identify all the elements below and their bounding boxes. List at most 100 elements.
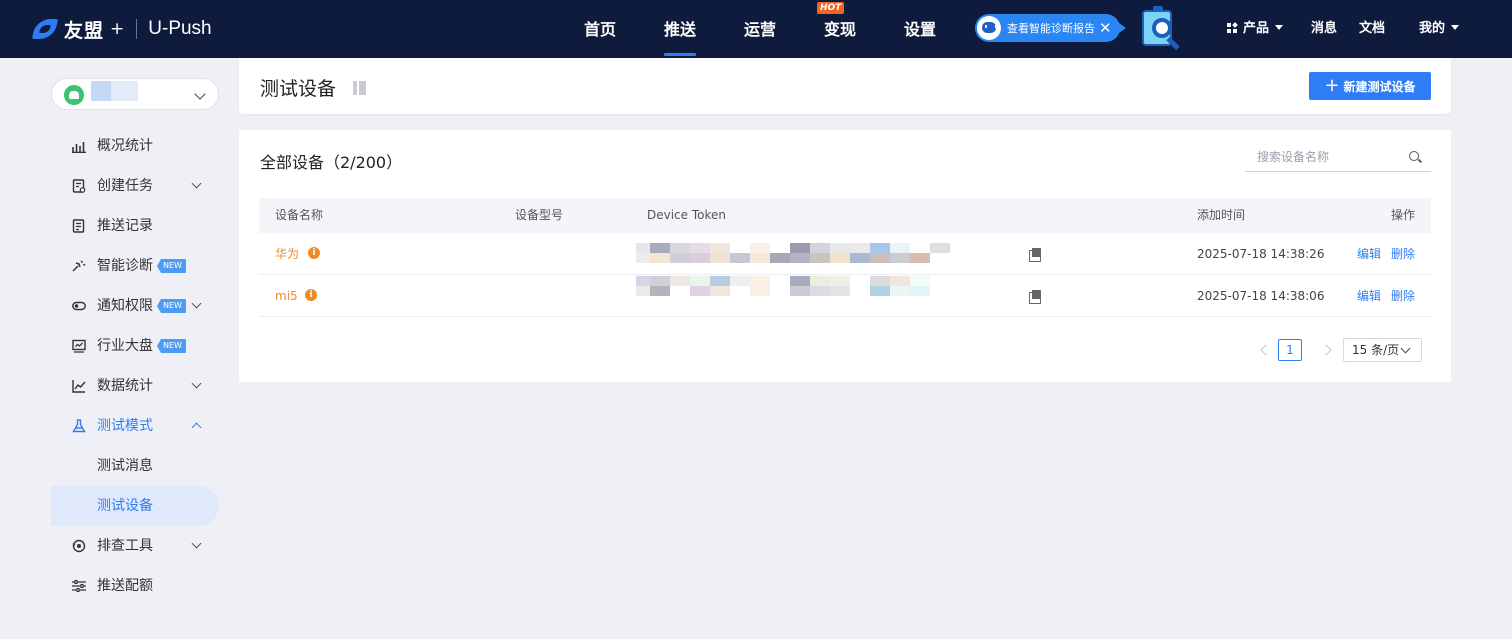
- chevron-down-icon: [1275, 25, 1284, 30]
- record-icon: [72, 219, 85, 233]
- sidebar-item-test-device[interactable]: 测试设备: [51, 486, 219, 526]
- diagnosis-report-banner[interactable]: 查看智能诊断报告 ✕: [975, 14, 1126, 42]
- umeng-logo-icon: [32, 15, 58, 43]
- sidebar-item-label: 测试消息: [97, 458, 153, 474]
- sidebar-item-test-message[interactable]: 测试消息: [51, 446, 219, 486]
- sidebar-item-label: 行业大盘: [97, 338, 153, 354]
- monitor-icon: [72, 339, 86, 353]
- hot-badge: HOT: [817, 2, 845, 14]
- brand-logo[interactable]: 友盟 + U-Push: [32, 14, 212, 44]
- device-list-title: 全部设备（2/200）: [260, 153, 403, 172]
- my-account-menu[interactable]: 我的: [1419, 0, 1460, 58]
- sidebar-item-label: 测试设备: [97, 498, 153, 514]
- products-label: 产品: [1243, 21, 1270, 36]
- close-icon[interactable]: ✕: [1099, 20, 1112, 36]
- search-input[interactable]: [1245, 144, 1395, 170]
- main-nav: 首页 推送 运营 变现 设置: [560, 0, 960, 58]
- sidebar-item-overview[interactable]: 概况统计: [51, 126, 219, 166]
- new-badge: NEW: [157, 339, 186, 353]
- chevron-up-icon: [191, 422, 202, 433]
- app-name-redacted: [91, 81, 138, 101]
- diagnosis-icon: [72, 260, 86, 272]
- sidebar-item-label: 排查工具: [97, 538, 153, 554]
- nav-home[interactable]: 首页: [560, 0, 640, 58]
- diagnosis-report-text: 查看智能诊断报告: [1007, 22, 1095, 35]
- copy-icon[interactable]: [1029, 290, 1041, 304]
- copy-icon[interactable]: [1029, 248, 1041, 262]
- docs-link[interactable]: 文档: [1359, 0, 1385, 58]
- top-navbar: 友盟 + U-Push 首页 推送 运营 变现 设置 HOT 查看智能诊断报告 …: [0, 0, 1512, 58]
- new-badge: NEW: [157, 259, 186, 273]
- new-test-device-button[interactable]: + 新建测试设备: [1309, 72, 1431, 100]
- chevron-down-icon: [191, 178, 202, 189]
- col-device-name: 设备名称: [275, 208, 324, 222]
- app-selector[interactable]: [51, 78, 219, 110]
- edit-link[interactable]: 编辑: [1357, 233, 1381, 275]
- chevron-down-icon: [191, 378, 202, 389]
- col-device-token: Device Token: [647, 208, 726, 222]
- sidebar-menu: 概况统计 创建任务 推送记录 智能诊断 NEW 通知权限 NEW 行业大盘 NE…: [51, 126, 219, 606]
- added-time: 2025-07-18 14:38:26: [1197, 247, 1325, 261]
- line-chart-icon: [72, 380, 86, 393]
- sidebar-item-label: 智能诊断: [97, 258, 153, 274]
- col-device-model: 设备型号: [515, 208, 564, 222]
- table-row: mi5 i 2025-07-18 14:38:06 编辑 删除: [259, 275, 1431, 317]
- diagnosis-report-icon[interactable]: [1140, 6, 1186, 52]
- sidebar-item-label: 推送记录: [97, 218, 153, 234]
- sidebar-item-notification-permission[interactable]: 通知权限 NEW: [51, 286, 219, 326]
- brand-divider: [136, 19, 138, 39]
- device-table: 设备名称 设备型号 Device Token 添加时间 操作 华为 i 2025…: [259, 198, 1431, 317]
- sidebar-item-troubleshoot-tools[interactable]: 排查工具: [51, 526, 219, 566]
- grid-icon: [1227, 22, 1238, 33]
- chevron-down-icon: [191, 538, 202, 549]
- col-actions: 操作: [1391, 208, 1416, 222]
- sidebar-item-test-mode[interactable]: 测试模式: [51, 406, 219, 446]
- products-menu[interactable]: 产品: [1227, 0, 1284, 58]
- messages-link[interactable]: 消息: [1311, 0, 1337, 58]
- sidebar-item-label: 概况统计: [97, 138, 153, 154]
- edit-link[interactable]: 编辑: [1357, 275, 1381, 317]
- my-account-label: 我的: [1419, 21, 1446, 36]
- info-icon[interactable]: i: [308, 247, 320, 259]
- sidebar-item-create-task[interactable]: 创建任务: [51, 166, 219, 206]
- table-row: 华为 i 2025-07-18 14:38:26 编辑 删除: [259, 233, 1431, 275]
- sidebar-item-label: 创建任务: [97, 178, 153, 194]
- toggle-icon: [72, 301, 86, 311]
- page-header: 测试设备 + 新建测试设备: [239, 58, 1451, 114]
- task-icon: [72, 179, 86, 193]
- device-token-redacted: [636, 276, 946, 314]
- sidebar-item-push-quota[interactable]: 推送配额: [51, 566, 219, 606]
- info-icon[interactable]: i: [305, 289, 317, 301]
- delete-link[interactable]: 删除: [1391, 275, 1415, 317]
- col-added-time: 添加时间: [1197, 208, 1246, 222]
- sidebar-item-smart-diagnosis[interactable]: 智能诊断 NEW: [51, 246, 219, 286]
- product-name: U-Push: [148, 18, 212, 39]
- chevron-right-icon[interactable]: [1320, 344, 1332, 356]
- device-name: 华为: [275, 247, 300, 261]
- book-icon[interactable]: [353, 81, 366, 95]
- android-icon: [64, 85, 84, 105]
- nav-operation[interactable]: 运营: [720, 0, 800, 58]
- sidebar-item-industry-dashboard[interactable]: 行业大盘 NEW: [51, 326, 219, 366]
- flask-icon: [72, 419, 86, 433]
- pagination: 1 15 条/页: [1257, 338, 1422, 362]
- nav-settings[interactable]: 设置: [880, 0, 960, 58]
- plus-icon: +: [1324, 75, 1340, 96]
- robot-icon: [977, 16, 1001, 40]
- quota-icon: [72, 579, 86, 593]
- delete-link[interactable]: 删除: [1391, 233, 1415, 275]
- new-test-device-label: 新建测试设备: [1343, 79, 1416, 94]
- chevron-down-icon: [1451, 25, 1460, 30]
- sidebar-item-label: 测试模式: [97, 418, 153, 434]
- table-header: 设备名称 设备型号 Device Token 添加时间 操作: [259, 198, 1431, 233]
- sidebar-item-data-statistics[interactable]: 数据统计: [51, 366, 219, 406]
- page-size-select[interactable]: 15 条/页: [1343, 338, 1422, 362]
- sidebar-item-push-records[interactable]: 推送记录: [51, 206, 219, 246]
- brand-plus: +: [110, 19, 125, 39]
- sidebar-item-label: 推送配额: [97, 578, 153, 594]
- search-icon[interactable]: [1409, 151, 1419, 161]
- chart-icon: [72, 142, 86, 153]
- nav-push[interactable]: 推送: [640, 0, 720, 58]
- page-number-current[interactable]: 1: [1278, 339, 1302, 361]
- chevron-left-icon[interactable]: [1260, 344, 1272, 356]
